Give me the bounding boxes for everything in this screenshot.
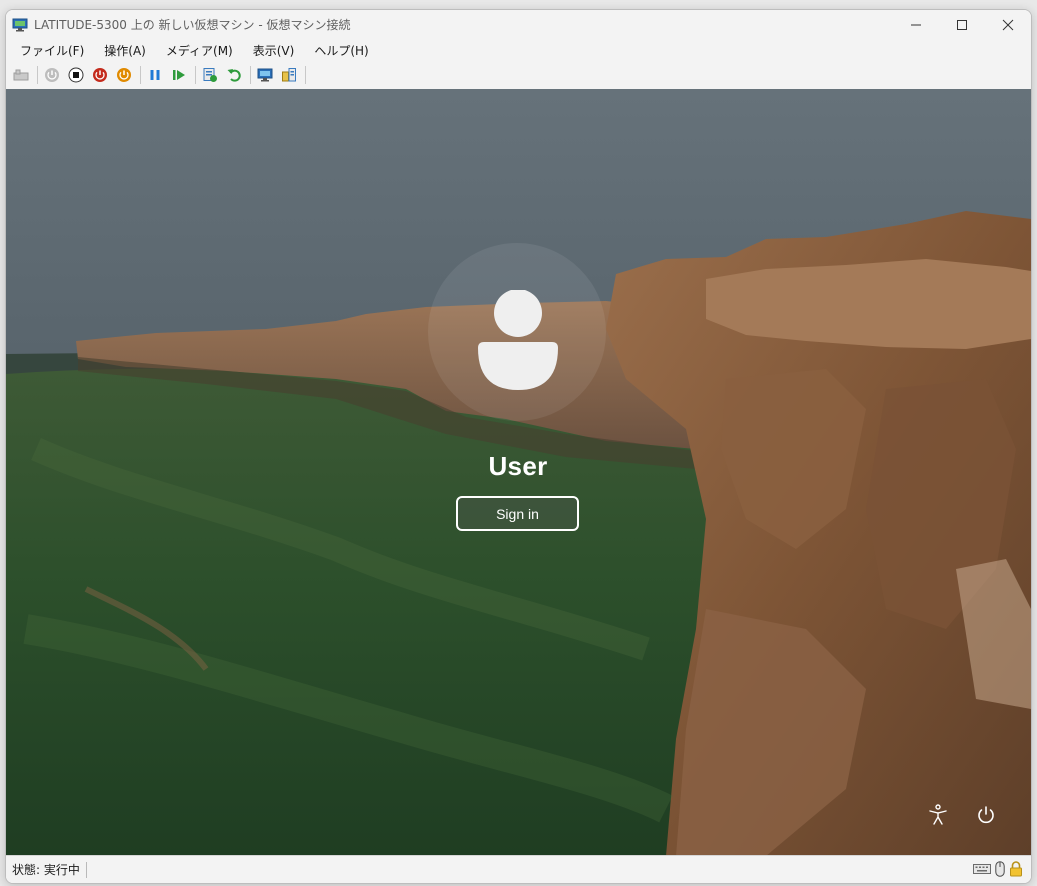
toolbar-separator xyxy=(195,66,196,84)
resume-button[interactable] xyxy=(168,64,190,86)
menu-action[interactable]: 操作(A) xyxy=(94,42,156,59)
checkpoint-icon xyxy=(203,68,217,82)
pause-icon xyxy=(150,70,160,80)
window-controls xyxy=(893,10,1031,39)
close-button[interactable] xyxy=(985,10,1031,39)
resume-icon xyxy=(173,70,185,80)
toolbar-separator xyxy=(140,66,141,84)
minimize-button[interactable] xyxy=(893,10,939,39)
enhanced-session-icon xyxy=(257,68,273,82)
vm-display[interactable]: User Sign in xyxy=(6,89,1031,856)
power-icon xyxy=(978,806,994,824)
share-icon xyxy=(282,68,296,82)
accessibility-button[interactable] xyxy=(925,802,951,828)
save-button[interactable] xyxy=(113,64,135,86)
minimize-icon xyxy=(911,24,921,25)
lock-icon xyxy=(1010,861,1022,877)
revert-button[interactable] xyxy=(223,64,245,86)
toolbar xyxy=(6,61,1031,89)
vm-connection-window: LATITUDE-5300 上の 新しい仮想マシン - 仮想マシン接続 ファイル… xyxy=(5,9,1032,884)
mouse-icon xyxy=(995,861,1005,877)
sign-in-button[interactable]: Sign in xyxy=(456,496,579,531)
menu-media[interactable]: メディア(M) xyxy=(156,42,243,59)
vm-monitor-icon xyxy=(12,17,28,33)
status-icons xyxy=(973,861,1023,877)
maximize-button[interactable] xyxy=(939,10,985,39)
save-icon xyxy=(117,68,131,82)
user-name: User xyxy=(488,451,548,481)
maximize-icon xyxy=(957,19,967,30)
accessibility-icon xyxy=(929,804,947,825)
menu-view[interactable]: 表示(V) xyxy=(243,42,305,59)
menu-help[interactable]: ヘルプ(H) xyxy=(304,42,378,59)
menu-bar: ファイル(F) 操作(A) メディア(M) 表示(V) ヘルプ(H) xyxy=(6,39,1031,61)
turn-off-icon xyxy=(68,67,84,83)
keyboard-icon xyxy=(973,864,991,874)
power-button[interactable] xyxy=(973,802,999,828)
ctrl-alt-del-button[interactable] xyxy=(10,64,32,86)
toolbar-separator xyxy=(250,66,251,84)
shutdown-button[interactable] xyxy=(89,64,111,86)
share-button[interactable] xyxy=(278,64,300,86)
status-text: 状態: 実行中 xyxy=(6,861,87,878)
revert-icon xyxy=(227,69,241,82)
title-bar[interactable]: LATITUDE-5300 上の 新しい仮想マシン - 仮想マシン接続 xyxy=(6,10,1031,39)
menu-file[interactable]: ファイル(F) xyxy=(10,42,94,59)
close-icon xyxy=(1002,19,1014,30)
pause-button[interactable] xyxy=(144,64,166,86)
toolbar-separator xyxy=(37,66,38,84)
status-bar: 状態: 実行中 xyxy=(6,855,1031,883)
start-button[interactable] xyxy=(41,64,63,86)
start-icon xyxy=(45,68,59,82)
checkpoint-button[interactable] xyxy=(199,64,221,86)
toolbar-separator xyxy=(305,66,306,84)
turn-off-button[interactable] xyxy=(65,64,87,86)
enhanced-session-button[interactable] xyxy=(254,64,276,86)
window-title: LATITUDE-5300 上の 新しい仮想マシン - 仮想マシン接続 xyxy=(34,18,351,32)
shutdown-icon xyxy=(93,68,107,82)
user-avatar-icon xyxy=(478,290,558,390)
ctrl-alt-del-icon xyxy=(13,69,29,81)
